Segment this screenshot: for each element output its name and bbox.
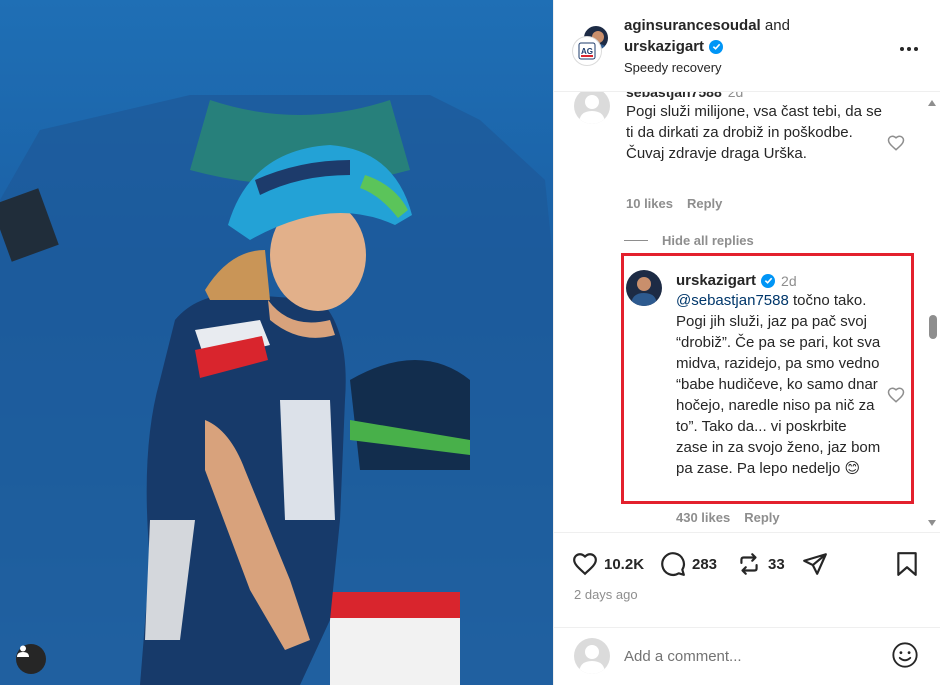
replies-divider-line [624, 240, 648, 241]
author1-link[interactable]: aginsurancesoudal [624, 17, 761, 34]
more-options-button[interactable] [899, 32, 919, 58]
reply-username[interactable]: urskazigart [676, 272, 756, 289]
send-paper-plane-icon [803, 553, 827, 575]
verified-badge-icon [761, 273, 776, 288]
reply-likes[interactable]: 430 likes [676, 510, 730, 525]
hide-replies-button[interactable]: Hide all replies [624, 233, 754, 248]
header-authors-line: aginsurancesoudal and [624, 17, 790, 34]
current-user-avatar[interactable] [574, 638, 610, 674]
reply-text: @sebastjan7588 točno tako. Pogi jih služ… [676, 290, 881, 479]
comment-likes[interactable]: 10 likes [626, 196, 673, 211]
post-subtitle[interactable]: Speedy recovery [624, 60, 722, 75]
aginsurancesoudal-avatar[interactable]: AG [572, 36, 602, 66]
default-user-icon [579, 645, 605, 674]
like-comment-heart-icon[interactable] [887, 134, 905, 152]
like-button[interactable]: 10.2K [572, 551, 644, 577]
and-text: and [764, 17, 790, 34]
comment-bubble-icon [661, 552, 685, 576]
emoji-smiley-icon[interactable] [891, 641, 919, 669]
comment-meta: 10 likes Reply [626, 196, 722, 211]
verified-badge-icon [709, 39, 724, 54]
reply-meta: 430 likes Reply [676, 510, 780, 525]
comment-count: 283 [692, 555, 718, 573]
repost-icon [740, 553, 758, 575]
comment-author[interactable]: sebastjan7588 2d [626, 92, 743, 100]
more-horizontal-icon [900, 47, 918, 51]
repost-count: 33 [768, 555, 785, 573]
like-count[interactable]: 10.2K [604, 556, 644, 573]
tagged-users-button[interactable] [16, 644, 46, 674]
avatar-photo [631, 277, 657, 306]
comment-text: Pogi služi milijone, vsa čast tebi, da s… [626, 103, 882, 162]
mention-link[interactable]: @sebastjan7588 [676, 292, 789, 309]
post-sidebar: AG aginsurancesoudal and urskazigart Spe… [553, 0, 940, 685]
ag-logo-icon: AG [578, 42, 596, 60]
scroll-down-arrow[interactable] [928, 520, 936, 526]
comment-button[interactable]: 283 [660, 551, 717, 577]
heart-icon [573, 553, 597, 576]
comment-avatar[interactable] [574, 92, 610, 124]
scrollbar-thumb[interactable] [929, 315, 937, 339]
like-reply-heart-icon[interactable] [887, 386, 905, 404]
scroll-up-arrow[interactable] [928, 100, 936, 106]
post-header: AG aginsurancesoudal and urskazigart Spe… [554, 0, 940, 92]
default-user-icon [579, 95, 605, 124]
post-date[interactable]: 2 days ago [574, 587, 638, 602]
reply-reply-button[interactable]: Reply [744, 510, 779, 525]
reply-avatar[interactable] [626, 270, 662, 306]
action-bar: 10.2K 283 33 2 days ago [554, 532, 940, 627]
reply-body: točno tako. Pogi jih služi, jaz pa pač s… [676, 292, 881, 477]
author2-link[interactable]: urskazigart [624, 38, 704, 55]
reply-time: 2d [781, 272, 797, 289]
repost-button[interactable]: 33 [736, 551, 785, 577]
share-button[interactable] [802, 551, 828, 577]
post-photo[interactable] [0, 0, 553, 685]
user-icon [17, 645, 29, 657]
photo-illustration [0, 95, 553, 685]
hide-replies-label: Hide all replies [662, 233, 754, 248]
add-comment-bar [554, 627, 940, 685]
comment-time: 2d [727, 92, 744, 100]
bookmark-icon [897, 552, 917, 576]
header-author2-line: urskazigart [624, 38, 724, 55]
svg-text:AG: AG [581, 47, 593, 56]
reply-author[interactable]: urskazigart 2d [676, 272, 797, 289]
collab-avatars[interactable]: AG [572, 24, 614, 66]
comment-reply-button[interactable]: Reply [687, 196, 722, 211]
add-comment-input[interactable] [624, 644, 874, 668]
save-button[interactable] [895, 551, 919, 577]
comments-list[interactable]: sebastjan7588 2d Pogi služi milijone, vsa… [554, 92, 940, 532]
